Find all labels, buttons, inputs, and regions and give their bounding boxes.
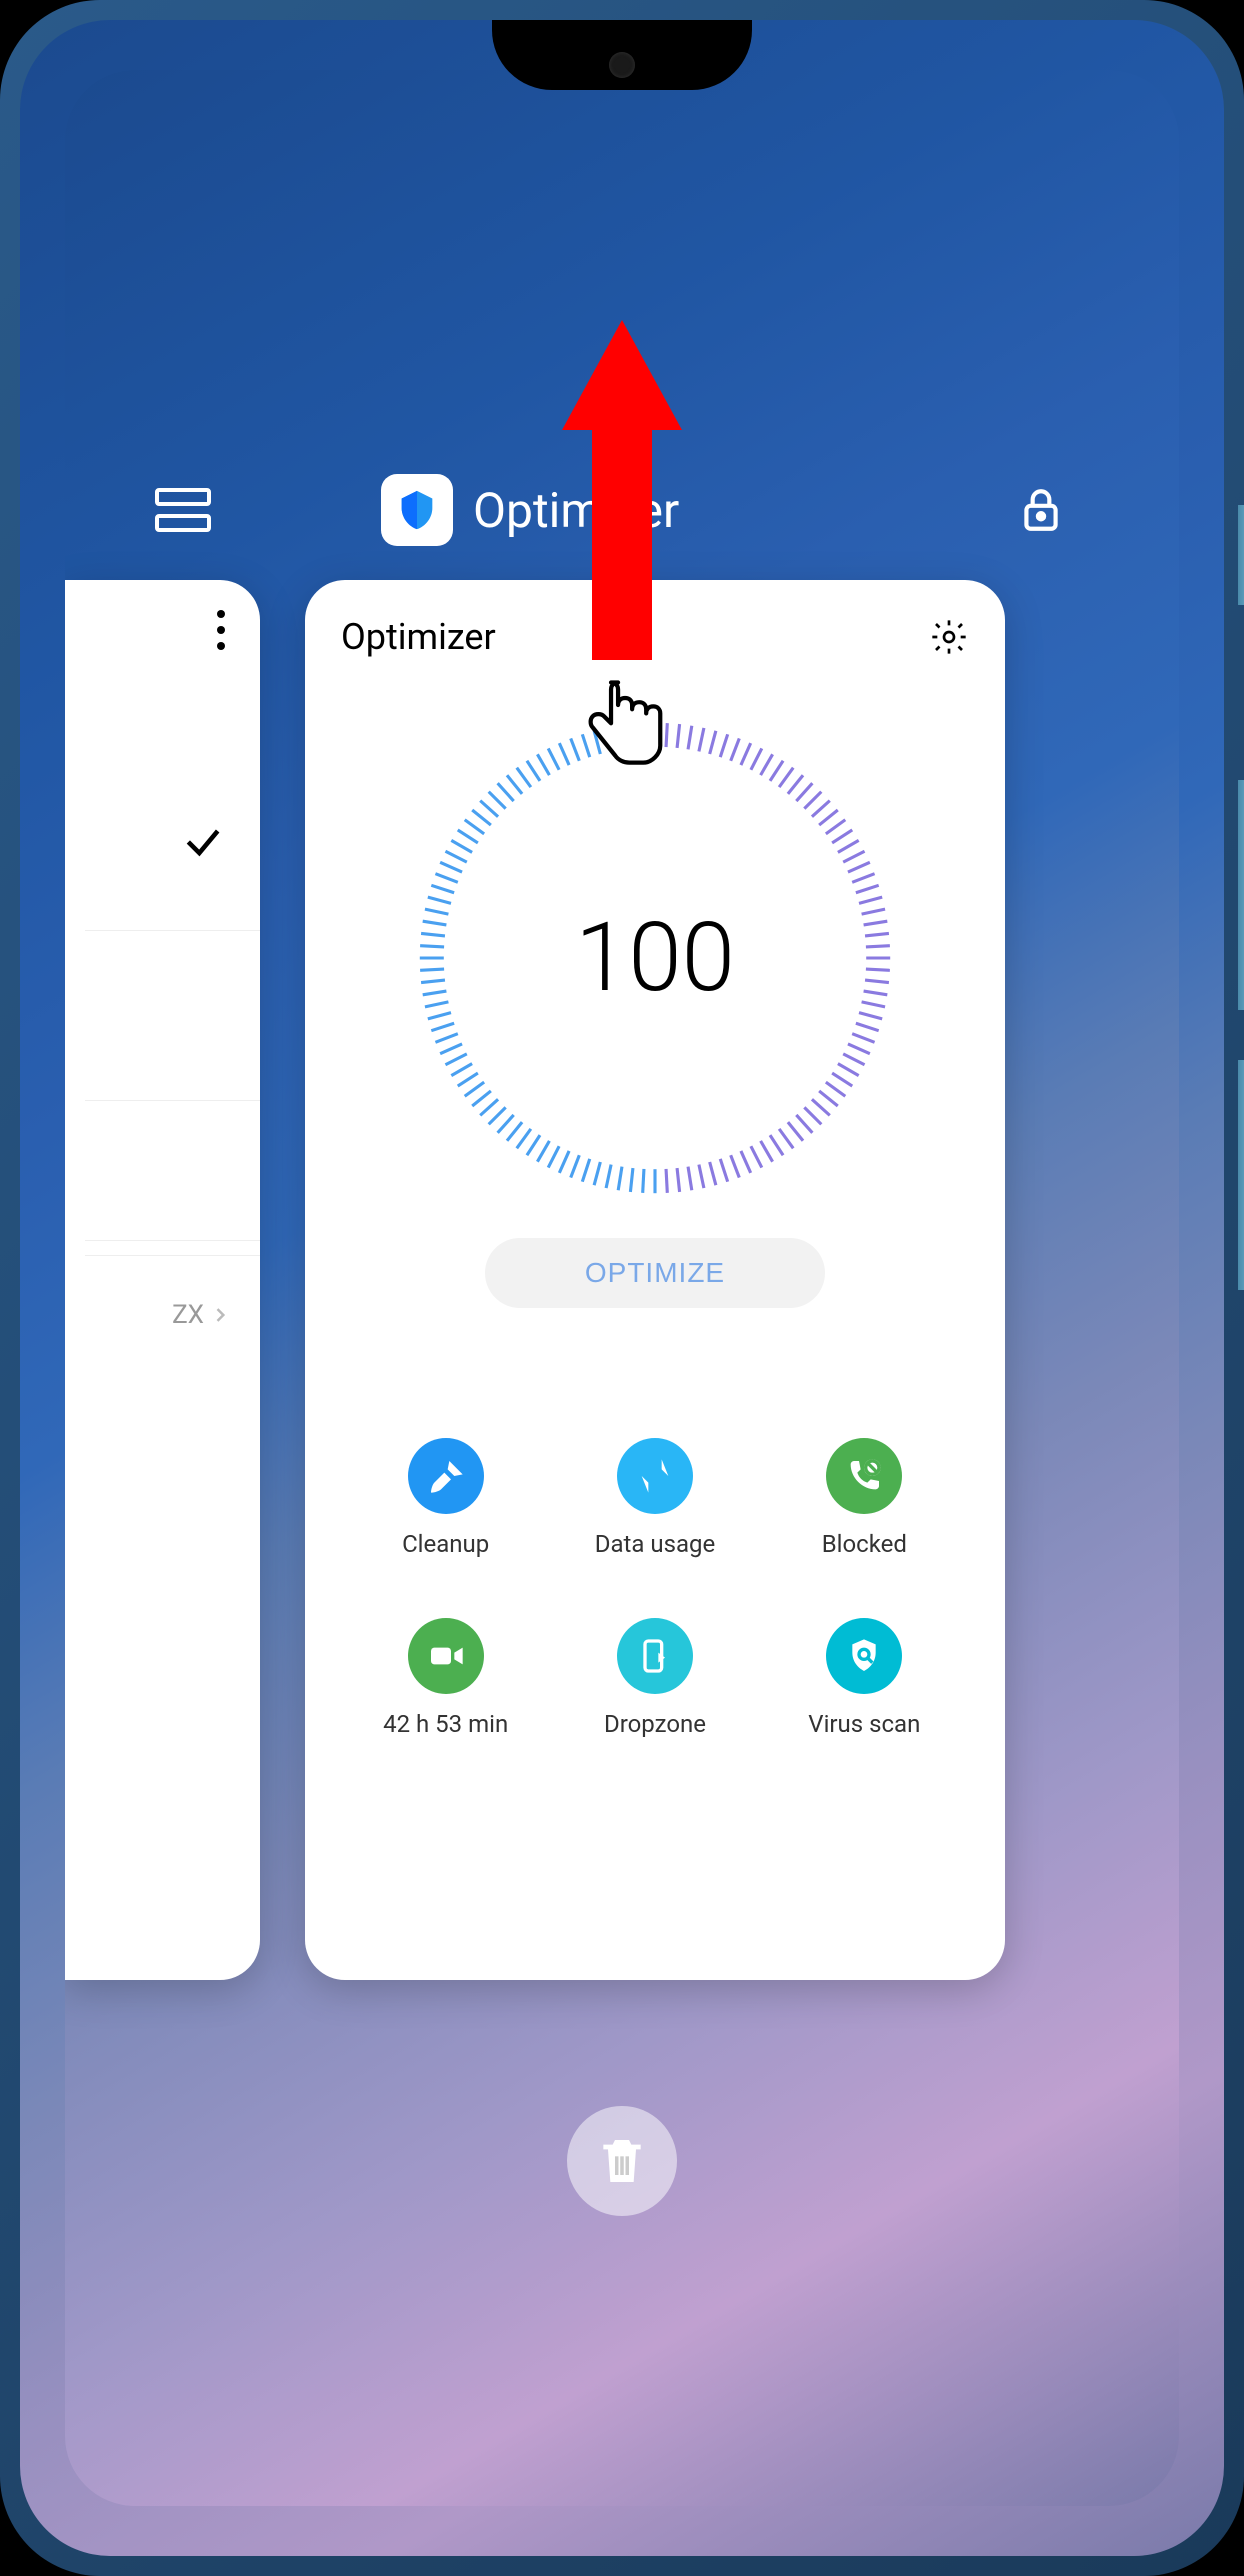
tool-virus-scan[interactable]: Virus scan [760, 1618, 969, 1738]
tool-label: Cleanup [341, 1530, 550, 1558]
notch [492, 20, 752, 90]
tool-blocked[interactable]: Blocked [760, 1438, 969, 1558]
tool-label: Data usage [550, 1530, 759, 1558]
more-icon[interactable] [217, 610, 225, 650]
tool-label: 42 h 53 min [341, 1710, 550, 1738]
shield-search-icon [826, 1618, 902, 1694]
optimizer-tools-grid: Cleanup Data usage Blocked [341, 1438, 969, 1738]
checkmark-icon [181, 820, 225, 875]
volume-down-button[interactable] [1238, 1060, 1244, 1290]
prev-card-tag: ZX [172, 1300, 230, 1330]
phone-bezel: Optimizer ZX [20, 20, 1224, 2556]
score-value: 100 [575, 902, 735, 1014]
optimize-button[interactable]: OPTIMIZE [485, 1238, 825, 1308]
data-arrows-icon [617, 1438, 693, 1514]
clear-all-button[interactable] [567, 2106, 677, 2216]
gear-icon[interactable] [929, 617, 969, 657]
tool-data-usage[interactable]: Data usage [550, 1438, 759, 1558]
screen: Optimizer ZX [65, 70, 1179, 2506]
phone-transfer-icon [617, 1618, 693, 1694]
blocked-call-icon [826, 1438, 902, 1514]
optimizer-card-title: Optimizer [341, 616, 496, 658]
lock-icon[interactable] [1013, 482, 1069, 538]
phone-frame: Optimizer ZX [0, 0, 1244, 2576]
tool-dropzone[interactable]: Dropzone [550, 1618, 759, 1738]
recents-card-optimizer[interactable]: Optimizer 100 [305, 580, 1005, 1980]
layout-toggle-icon[interactable] [155, 482, 211, 538]
video-icon [408, 1618, 484, 1694]
optimizer-app-icon [381, 474, 453, 546]
annotation-hand-icon [582, 670, 672, 789]
recents-card-previous[interactable]: ZX [65, 580, 260, 1980]
volume-up-button[interactable] [1238, 780, 1244, 1010]
tool-label: Virus scan [760, 1710, 969, 1738]
tool-label: Dropzone [550, 1710, 759, 1738]
power-button[interactable] [1238, 505, 1244, 605]
tool-label: Blocked [760, 1530, 969, 1558]
tool-cleanup[interactable]: Cleanup [341, 1438, 550, 1558]
annotation-arrow-up [562, 320, 682, 660]
score-ring: 100 [415, 718, 895, 1198]
prev-card-tag-label: ZX [172, 1300, 204, 1330]
broom-icon [408, 1438, 484, 1514]
tool-screen-time[interactable]: 42 h 53 min [341, 1618, 550, 1738]
